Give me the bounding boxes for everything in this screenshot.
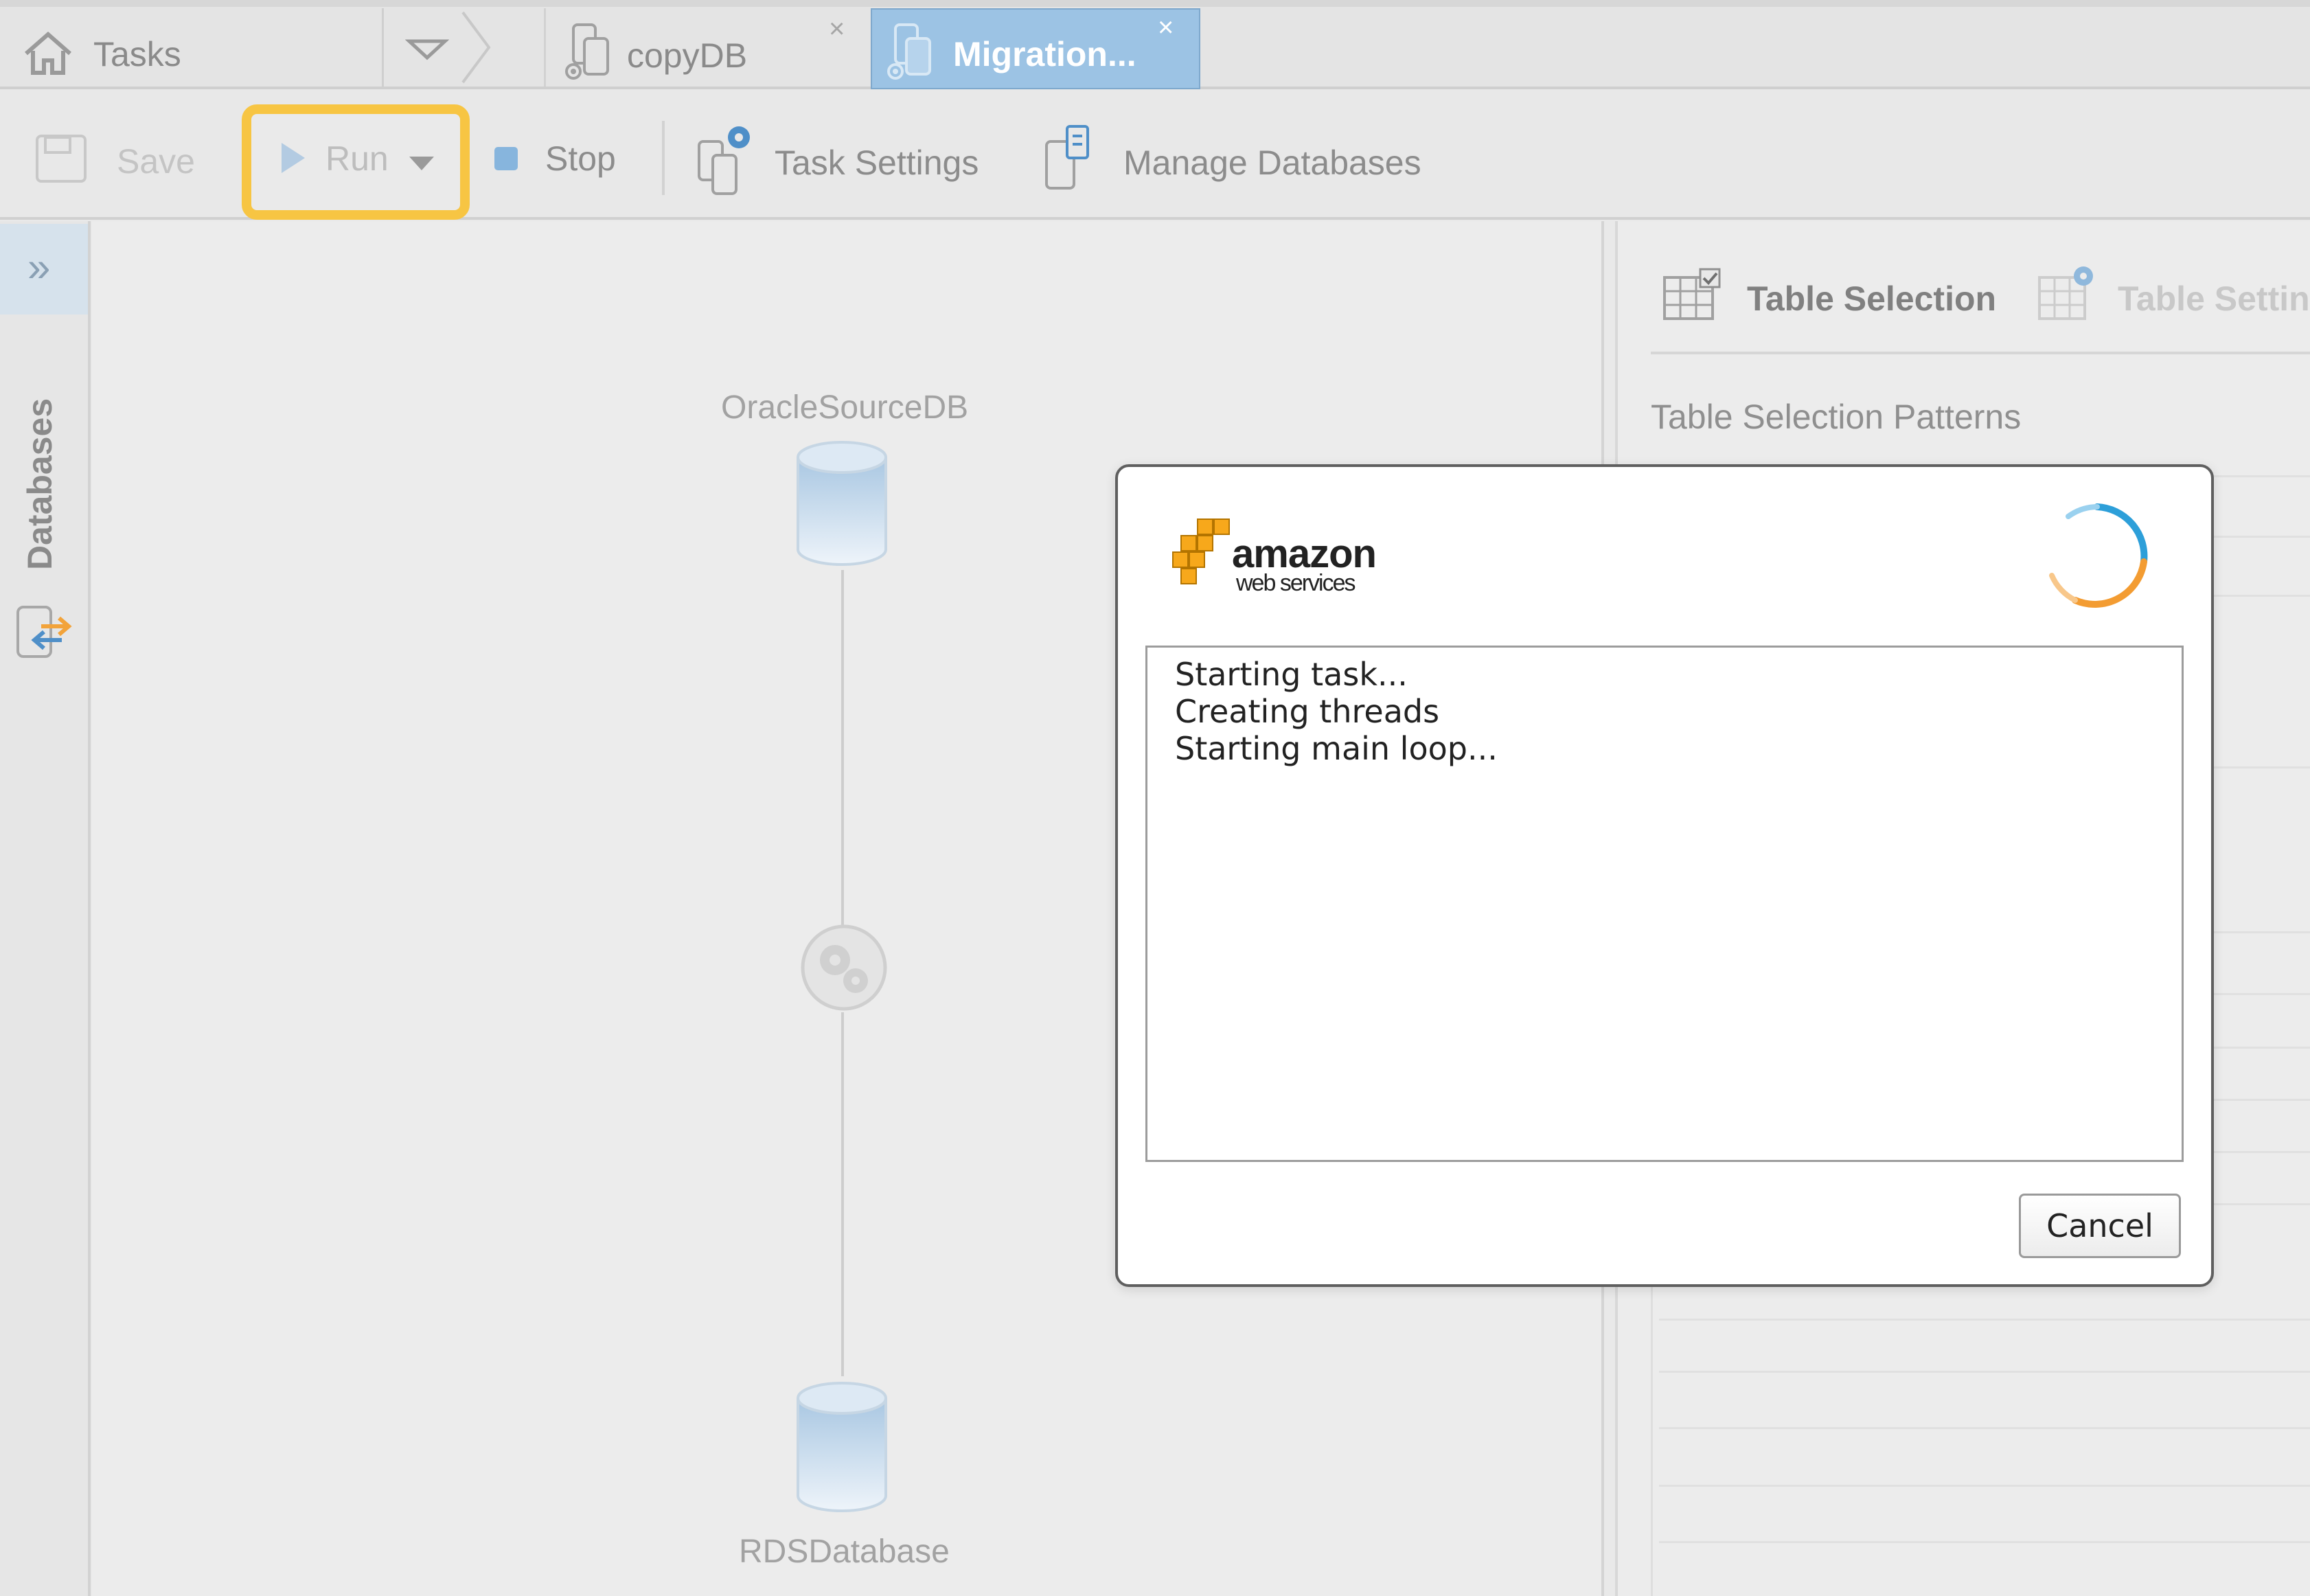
chevron-down-icon (405, 36, 449, 63)
chevron-down-icon[interactable] (407, 154, 437, 173)
save-button[interactable]: Save (34, 129, 206, 191)
databases-tab[interactable]: Databases (19, 371, 60, 577)
run-label: Run (325, 139, 389, 178)
gear-icon[interactable] (799, 923, 889, 1012)
tab-underline (1651, 352, 2310, 354)
aws-subtext: web services (1236, 570, 1356, 596)
list-row-divider (1659, 1371, 2310, 1373)
table-icon (1662, 268, 1724, 323)
stop-button[interactable]: Stop (489, 129, 640, 191)
target-database-icon[interactable] (795, 1380, 889, 1518)
tab-table-settings-label: Table Settings (2118, 280, 2310, 318)
settings-icon (694, 121, 762, 196)
task-settings-button[interactable]: Task Settings (694, 118, 996, 201)
tab-migration-label: Migration... (953, 35, 1136, 73)
table-settings-icon (2037, 264, 2099, 323)
list-row-divider (1659, 1319, 2310, 1321)
log-line: Creating threads (1175, 693, 1440, 730)
cancel-button[interactable]: Cancel (2019, 1194, 2181, 1258)
loading-spinner-icon (2041, 500, 2153, 613)
connector-line (841, 570, 844, 927)
target-db-label: RDSDatabase (739, 1534, 950, 1570)
close-icon[interactable]: × (1158, 14, 1174, 41)
run-button[interactable]: Run (272, 129, 450, 191)
aws-wordmark: amazon (1232, 532, 1377, 576)
save-label: Save (117, 142, 195, 181)
tab-tasks[interactable]: Tasks (0, 8, 384, 87)
aws-cubes-icon (1171, 516, 1237, 592)
breadcrumb-arrow-icon (460, 8, 494, 87)
manage-databases-label: Manage Databases (1123, 144, 1421, 182)
tab-tasks-label: Tasks (93, 35, 181, 73)
list-row-divider (1659, 1427, 2310, 1429)
source-database-icon[interactable] (795, 440, 889, 570)
tab-copydb[interactable]: copyDB × (544, 8, 869, 87)
source-db-label: OracleSourceDB (721, 389, 969, 426)
task-log: Starting task... Creating threads Starti… (1145, 646, 2184, 1162)
databases-tab-label: Databases (21, 398, 59, 570)
tab-table-selection[interactable]: Table Selection (1662, 268, 1996, 330)
task-settings-label: Task Settings (775, 144, 979, 182)
manage-databases-button[interactable]: Manage Databases (1041, 118, 1426, 201)
log-line: Starting main loop... (1175, 730, 1498, 767)
database-icon (1041, 121, 1096, 196)
save-icon (34, 133, 89, 185)
tab-migration[interactable]: Migration... × (871, 8, 1200, 89)
tab-list-dropdown[interactable] (385, 8, 491, 87)
section-title: Table Selection Patterns (1651, 398, 2022, 436)
list-row-divider (1659, 1485, 2310, 1487)
play-icon (277, 140, 308, 176)
close-icon[interactable]: × (829, 15, 845, 43)
tab-copydb-label: copyDB (627, 36, 748, 75)
database-transfer-icon[interactable] (14, 602, 76, 663)
task-icon (883, 21, 938, 82)
task-icon (561, 21, 616, 82)
list-row-divider (1659, 1541, 2310, 1543)
log-line: Starting task... (1175, 656, 1408, 693)
tab-table-selection-label: Table Selection (1747, 280, 1997, 318)
stop-label: Stop (545, 139, 616, 178)
double-chevron-right-icon: » (27, 244, 51, 290)
stop-icon (492, 144, 522, 174)
aws-logo: amazon web services (1171, 516, 1391, 599)
expand-sidebar-button[interactable]: » (0, 224, 88, 315)
toolbar-separator (662, 121, 665, 195)
connector-line (841, 1012, 844, 1376)
home-icon (21, 29, 76, 77)
tab-table-settings[interactable]: Table Settings (2037, 264, 2310, 330)
